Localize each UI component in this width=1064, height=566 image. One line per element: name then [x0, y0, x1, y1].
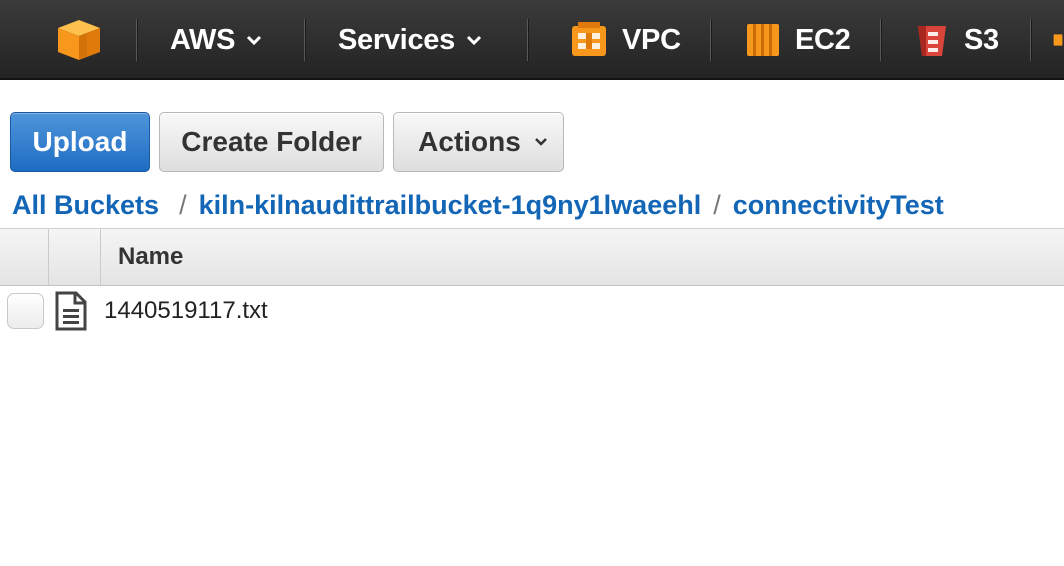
chevron-down-icon [535, 138, 547, 146]
chevron-down-icon [466, 35, 481, 46]
icon-column-header [49, 229, 101, 285]
upload-button-label: Upload [32, 126, 128, 157]
nav-separator [1030, 19, 1032, 61]
services-menu-label: Services [338, 23, 455, 56]
file-table-header: Name [0, 228, 1064, 286]
ec2-label: EC2 [795, 23, 851, 56]
vpc-shortcut[interactable]: VPC [570, 0, 681, 80]
name-column-header[interactable]: Name [101, 229, 1064, 285]
aws-menu-label: AWS [170, 23, 236, 56]
create-folder-button-label: Create Folder [181, 126, 362, 157]
file-name[interactable]: 1440519117.txt [104, 286, 268, 336]
breadcrumb-all-buckets[interactable]: All Buckets [12, 190, 159, 221]
chevron-down-icon [247, 35, 262, 46]
vpc-label: VPC [622, 23, 681, 56]
ec2-icon [747, 24, 779, 56]
select-all-column-header [0, 229, 49, 285]
next-service-shortcut[interactable] [1052, 0, 1064, 80]
aws-cube-icon [58, 20, 100, 60]
actions-button-label: Actions [418, 126, 521, 157]
service-icon [1053, 34, 1063, 46]
create-folder-button[interactable]: Create Folder [159, 112, 384, 172]
row-select-checkbox[interactable] [7, 293, 44, 329]
table-row[interactable]: 1440519117.txt [0, 286, 1064, 336]
aws-menu[interactable]: AWS [170, 0, 263, 80]
nav-separator [527, 19, 529, 61]
s3-shortcut[interactable]: S3 [914, 0, 999, 80]
nav-separator [136, 19, 138, 61]
nav-separator [304, 19, 306, 61]
upload-button[interactable]: Upload [10, 112, 150, 172]
actions-dropdown-button[interactable]: Actions [393, 112, 564, 172]
s3-bucket-icon [918, 26, 946, 56]
text-file-icon [55, 291, 87, 331]
nav-separator [710, 19, 712, 61]
aws-home-logo[interactable] [56, 0, 102, 80]
breadcrumb-separator: / [179, 189, 187, 220]
top-navigation-bar: AWS Services VPC EC2 S3 [0, 0, 1064, 80]
nav-separator [880, 19, 882, 61]
breadcrumb: All Buckets / kiln-kilnaudittrailbucket-… [12, 186, 944, 224]
breadcrumb-folder[interactable]: connectivityTest [733, 190, 944, 221]
ec2-shortcut[interactable]: EC2 [745, 0, 851, 80]
services-menu[interactable]: Services [338, 0, 483, 80]
name-column-label: Name [118, 243, 184, 270]
vpc-icon [572, 22, 606, 56]
breadcrumb-bucket[interactable]: kiln-kilnaudittrailbucket-1q9ny1lwaeehl [199, 190, 702, 221]
breadcrumb-separator: / [713, 189, 721, 220]
s3-label: S3 [964, 23, 999, 56]
